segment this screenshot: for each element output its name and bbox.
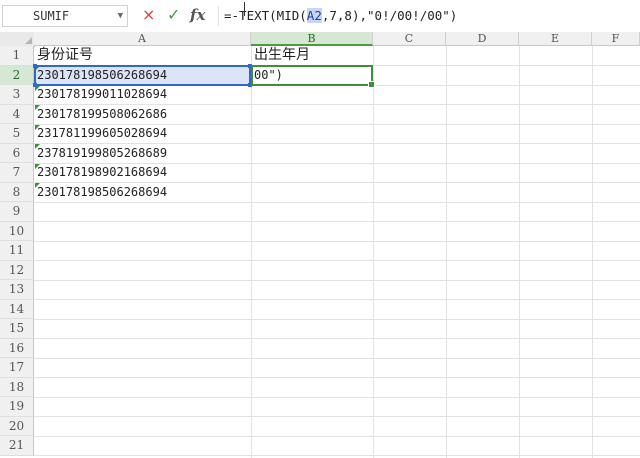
gridline <box>34 377 640 378</box>
number-as-text-indicator <box>35 183 40 188</box>
confirm-check-icon[interactable]: ✓ <box>167 6 180 24</box>
column-header-c[interactable]: C <box>373 32 446 46</box>
row-header-6[interactable]: 6 <box>0 143 34 163</box>
gridline <box>34 416 640 417</box>
formula-part-text: -TEXT(MID( <box>231 8 307 23</box>
reference-handle[interactable] <box>33 83 37 87</box>
row-header-17[interactable]: 17 <box>0 358 34 378</box>
number-as-text-indicator <box>35 144 40 149</box>
gridline <box>34 455 640 456</box>
row-header-1[interactable]: 1 <box>0 46 34 66</box>
number-as-text-indicator <box>35 163 40 169</box>
cell-a4[interactable]: 230178199508062686 <box>35 105 251 125</box>
row-header-2[interactable]: 2 <box>0 65 34 85</box>
formula-bar-divider <box>218 6 219 26</box>
row-header-12[interactable]: 12 <box>0 260 34 280</box>
cell-a8[interactable]: 230178198506268694 <box>35 183 251 203</box>
chevron-down-icon[interactable]: ▼ <box>118 11 123 21</box>
row-header-14[interactable]: 14 <box>0 299 34 319</box>
row-header-20[interactable]: 20 <box>0 416 34 436</box>
gridline <box>34 221 640 222</box>
insert-function-icon[interactable]: fx <box>190 6 205 24</box>
column-header-a[interactable]: A <box>34 32 251 46</box>
formula-input[interactable]: =-TEXT(MID(A2,7,8),"0!/00!/00") <box>224 8 457 23</box>
formula-reference-highlight <box>33 64 252 87</box>
number-as-text-indicator <box>35 105 40 110</box>
row-header-4[interactable]: 4 <box>0 104 34 124</box>
row-header-8[interactable]: 8 <box>0 182 34 202</box>
cell-a6[interactable]: 237819199805268689 <box>35 144 251 164</box>
cancel-icon[interactable]: × <box>142 6 155 24</box>
row-header-3[interactable]: 3 <box>0 85 34 105</box>
gridline <box>34 299 640 300</box>
gridline <box>34 260 640 261</box>
formula-reference: A2 <box>306 8 322 23</box>
gridline <box>34 357 640 359</box>
formula-part-equals: = <box>224 8 232 23</box>
gridline <box>34 435 640 437</box>
column-header-f[interactable]: F <box>592 32 640 46</box>
formula-bar: SUMIF ▼ × ✓ fx =-TEXT(MID(A2,7,8),"0!/00… <box>0 0 640 33</box>
row-header-10[interactable]: 10 <box>0 221 34 241</box>
column-header-e[interactable]: E <box>519 32 592 46</box>
name-box[interactable]: SUMIF ▼ <box>2 5 128 27</box>
gridline <box>34 318 640 320</box>
row-header-15[interactable]: 15 <box>0 319 34 339</box>
row-header-16[interactable]: 16 <box>0 338 34 358</box>
gridline <box>34 240 640 242</box>
row-header-13[interactable]: 13 <box>0 280 34 300</box>
row-header-21[interactable]: 21 <box>0 436 34 456</box>
gridline <box>34 396 640 398</box>
column-header-d[interactable]: D <box>446 32 519 46</box>
text-cursor-icon <box>244 2 247 16</box>
name-box-value: SUMIF <box>33 9 70 23</box>
row-header-11[interactable]: 11 <box>0 241 34 261</box>
row-header-7[interactable]: 7 <box>0 163 34 183</box>
cell-a3[interactable]: 230178199011028694 <box>35 85 251 105</box>
cell-b1[interactable]: 出生年月 <box>252 46 373 66</box>
row-header-18[interactable]: 18 <box>0 377 34 397</box>
row-header-9[interactable]: 9 <box>0 202 34 222</box>
active-cell-selection[interactable] <box>251 65 375 88</box>
gridline <box>34 338 640 339</box>
gridline <box>34 279 640 281</box>
cell-a7[interactable]: 230178198902168694 <box>35 163 251 183</box>
formula-part-args: ,7,8),"0!/00!/00") <box>321 8 458 23</box>
reference-handle[interactable] <box>33 64 37 68</box>
number-as-text-indicator <box>35 124 40 130</box>
column-header-b[interactable]: B <box>251 32 373 46</box>
cell-a1[interactable]: 身份证号 <box>35 46 251 66</box>
row-header-5[interactable]: 5 <box>0 124 34 144</box>
row-header-19[interactable]: 19 <box>0 397 34 417</box>
cell-a5[interactable]: 231781199605028694 <box>35 124 251 144</box>
select-all-corner[interactable] <box>0 32 35 47</box>
